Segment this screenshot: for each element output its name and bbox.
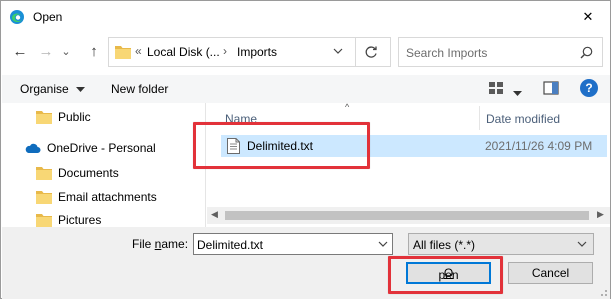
sort-ascending-icon: ^ [345, 102, 350, 112]
help-button[interactable]: ? [580, 79, 598, 97]
file-date-modified: 2021/11/26 4:09 PM [485, 139, 593, 153]
file-type-value: All files (*.*) [413, 238, 476, 252]
address-divider [355, 38, 356, 66]
chevron-down-icon: ⌄ [61, 45, 71, 58]
file-name-label: File name: [132, 237, 189, 251]
nav-item-pictures[interactable]: Pictures [36, 210, 101, 227]
nav-item-label: Documents [58, 166, 119, 180]
chevron-down-icon[interactable] [333, 46, 343, 56]
open-button-label: Open [438, 266, 459, 282]
pane-divider[interactable] [205, 103, 206, 227]
nav-item-label: Email attachments [58, 190, 157, 204]
organise-label: Organise [20, 82, 69, 96]
horizontal-scrollbar[interactable]: ◀ ▶ [207, 207, 610, 224]
refresh-icon[interactable] [363, 44, 379, 60]
help-icon: ? [580, 79, 598, 97]
scrollbar-thumb[interactable] [225, 211, 589, 220]
title-bar: Open ✕ [1, 1, 610, 33]
view-options-button[interactable] [513, 86, 522, 100]
breadcrumb-separator-icon: › [223, 44, 227, 58]
folder-icon [36, 214, 52, 227]
column-header-name[interactable]: Name [225, 112, 257, 126]
preview-pane-button[interactable] [543, 80, 559, 99]
nav-item-onedrive[interactable]: OneDrive - Personal [24, 138, 156, 158]
folder-icon [36, 167, 52, 180]
file-type-filter[interactable]: All files (*.*) [408, 233, 594, 255]
nav-item-public[interactable]: Public [36, 107, 91, 127]
address-bar[interactable]: « Local Disk (... › Imports [108, 37, 391, 67]
folder-icon [36, 191, 52, 204]
open-file-dialog: Open ✕ ← → ⌄ ↑ « Local Disk (... › Impor… [0, 0, 611, 299]
nav-item-label: Pictures [58, 213, 102, 227]
bottom-panel: File name: Delimited.txt All files (*.*)… [2, 227, 610, 299]
nav-item-label: Public [58, 110, 91, 124]
open-button[interactable]: Open [406, 262, 491, 284]
search-icon [580, 46, 593, 59]
organise-button[interactable]: Organise [20, 82, 86, 96]
chevron-down-icon [577, 241, 587, 247]
folder-icon [115, 46, 131, 59]
dropdown-arrow-icon [76, 87, 86, 92]
cloud-icon [25, 143, 41, 153]
new-folder-button[interactable]: New folder [111, 82, 168, 96]
recent-locations-button[interactable]: ⌄ [59, 39, 73, 63]
column-header-date-modified[interactable]: Date modified [486, 112, 560, 126]
breadcrumb-local-disk[interactable]: Local Disk (... [147, 45, 220, 59]
chevron-down-icon[interactable] [378, 239, 388, 249]
forward-arrow-icon: → [38, 42, 54, 60]
breadcrumb-imports[interactable]: Imports [237, 45, 277, 59]
navigation-pane[interactable]: Public OneDrive - Personal Documents Ema… [2, 103, 205, 227]
resize-grip-icon[interactable] [598, 287, 608, 297]
window-title: Open [33, 10, 63, 24]
nav-item-email-attachments[interactable]: Email attachments [36, 187, 157, 207]
close-button[interactable]: ✕ [566, 1, 610, 33]
close-icon: ✕ [582, 9, 594, 24]
address-overflow-icon[interactable]: « [135, 44, 142, 58]
file-name-field[interactable]: Delimited.txt [193, 233, 393, 255]
back-button[interactable]: ← [9, 39, 31, 63]
file-name-value: Delimited.txt [197, 238, 264, 252]
search-box[interactable]: Search Imports [398, 37, 603, 67]
column-divider[interactable] [479, 106, 480, 130]
folder-icon [36, 111, 52, 124]
up-arrow-icon: ↑ [90, 42, 98, 60]
nav-item-label: OneDrive - Personal [47, 141, 156, 155]
preview-pane-icon [543, 81, 559, 95]
cancel-button[interactable]: Cancel [508, 262, 593, 284]
text-file-icon [227, 138, 240, 154]
command-bar: Organise New folder ? [2, 75, 610, 103]
forward-button[interactable]: → [35, 39, 57, 63]
dropdown-arrow-icon [513, 91, 522, 96]
file-list[interactable]: ^ Name Date modified Delimited.txt 2021/… [207, 102, 610, 207]
up-button[interactable]: ↑ [83, 39, 105, 63]
search-input[interactable]: Search Imports [406, 46, 487, 60]
cancel-button-label: Cancel [531, 266, 570, 280]
scroll-left-icon[interactable]: ◀ [211, 209, 218, 220]
edge-app-icon [10, 10, 24, 24]
view-grid-icon [489, 82, 503, 94]
nav-item-documents[interactable]: Documents [36, 163, 119, 183]
file-row-selected[interactable]: Delimited.txt 2021/11/26 4:09 PM [221, 135, 607, 157]
scroll-right-icon[interactable]: ▶ [597, 209, 604, 220]
change-view-button[interactable] [488, 80, 504, 99]
file-name: Delimited.txt [247, 139, 314, 153]
back-arrow-icon: ← [12, 42, 28, 60]
